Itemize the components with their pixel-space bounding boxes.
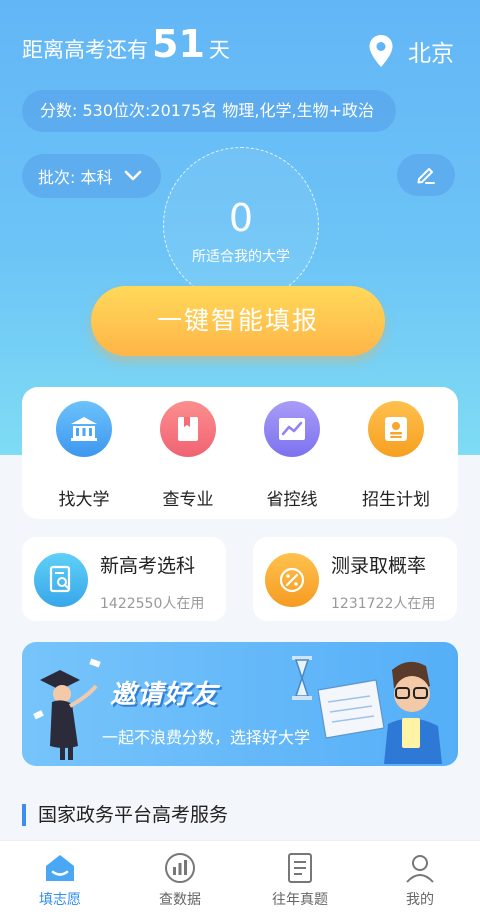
- location-selector[interactable]: 北京: [368, 34, 454, 68]
- exam-countdown: 距离高考还有 51 天: [22, 22, 230, 66]
- pencil-icon: [417, 168, 435, 184]
- edit-profile-button[interactable]: [397, 154, 455, 196]
- matched-label: 所适合我的大学: [192, 249, 290, 265]
- tab-fill-application[interactable]: 填志愿: [5, 841, 115, 917]
- feature-usage: 1422550人在用: [100, 596, 205, 612]
- quick-link-label: 招生计划: [362, 490, 430, 510]
- score-info-pill[interactable]: 分数: 530位次:20175名 物理,化学,生物+政治: [22, 90, 396, 132]
- quick-link-find-university[interactable]: 找大学: [36, 401, 132, 519]
- quick-link-label: 找大学: [58, 490, 110, 510]
- batch-label: 批次: 本科: [38, 168, 113, 187]
- tab-past-exams[interactable]: 往年真题: [245, 841, 355, 917]
- score-line: 分数: 530位次:20175名 物理,化学,生物+政治: [40, 101, 374, 120]
- chevron-down-icon: [125, 170, 142, 181]
- book-icon: [160, 401, 216, 457]
- quick-link-label: 省控线: [266, 490, 318, 510]
- tab-label: 查数据: [159, 892, 201, 908]
- tab-label: 我的: [406, 892, 434, 908]
- countdown-suffix: 天: [208, 38, 230, 62]
- tab-data[interactable]: 查数据: [125, 841, 235, 917]
- location-pin-icon: [369, 35, 393, 67]
- tab-profile[interactable]: 我的: [365, 841, 475, 917]
- quick-link-admission-plan[interactable]: 招生计划: [348, 401, 444, 519]
- user-icon: [365, 851, 475, 885]
- countdown-prefix: 距离高考还有: [22, 38, 148, 62]
- quick-link-majors[interactable]: 查专业: [140, 401, 236, 519]
- percent-icon: [265, 553, 319, 607]
- quick-links-card: 找大学 查专业 省控线 招生计划: [22, 387, 458, 519]
- home-icon: [5, 851, 115, 885]
- section-title-gov-services: 国家政务平台高考服务: [22, 804, 228, 826]
- feature-admission-probability[interactable]: 测录取概率 1231722人在用: [253, 537, 457, 621]
- smart-fill-button[interactable]: 一键智能填报: [91, 286, 385, 356]
- batch-selector[interactable]: 批次: 本科: [22, 154, 161, 198]
- invite-friends-banner[interactable]: 邀请好友 一起不浪费分数，选择好大学: [22, 642, 458, 766]
- data-chart-icon: [125, 851, 235, 885]
- exam-paper-icon: [245, 851, 355, 885]
- matched-count: 0: [228, 196, 254, 240]
- graduate-illustration: [33, 658, 101, 760]
- banner-subtitle: 一起不浪费分数，选择好大学: [102, 728, 311, 747]
- id-card-icon: [368, 401, 424, 457]
- feature-title: 测录取概率: [331, 555, 427, 577]
- document-search-icon: [34, 553, 88, 607]
- feature-subject-selection[interactable]: 新高考选科 1422550人在用: [22, 537, 226, 621]
- chart-line-icon: [264, 401, 320, 457]
- matched-universities-counter[interactable]: 0 所适合我的大学: [163, 147, 319, 303]
- tab-label: 往年真题: [272, 892, 328, 908]
- city-name: 北京: [408, 41, 454, 67]
- quick-link-label: 查专业: [162, 490, 214, 510]
- university-icon: [56, 401, 112, 457]
- quick-link-control-line[interactable]: 省控线: [244, 401, 340, 519]
- tab-label: 填志愿: [39, 892, 81, 908]
- banner-title: 邀请好友: [110, 680, 219, 710]
- bottom-tab-bar: 填志愿 查数据 往年真题 我的: [0, 840, 480, 917]
- countdown-days: 51: [152, 22, 205, 66]
- student-illustration: [292, 656, 442, 764]
- feature-title: 新高考选科: [100, 555, 196, 577]
- feature-usage: 1231722人在用: [331, 596, 436, 612]
